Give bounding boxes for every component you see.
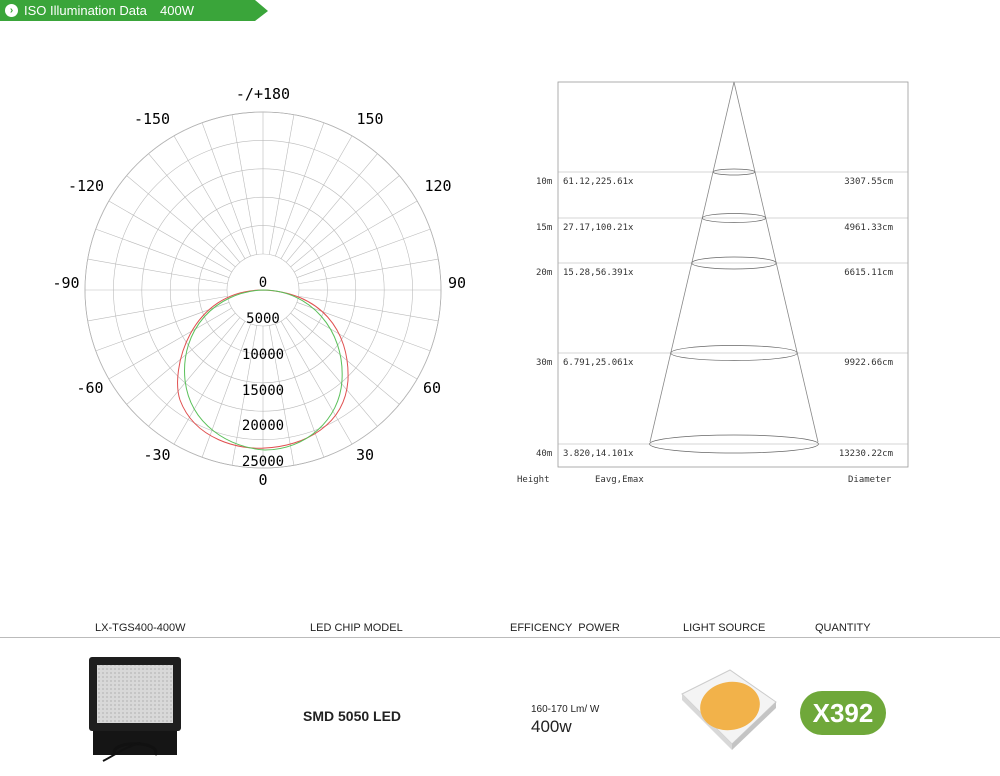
chip-model-value: SMD 5050 LED <box>303 708 402 724</box>
cone-eavg-label: 61.12,225.61x <box>563 177 634 187</box>
cone-eavg-label: 15.28,56.391x <box>563 268 634 278</box>
cone-height-label: 10m <box>536 177 552 187</box>
quantity-badge: X392 <box>800 691 886 735</box>
radial-label: 0 <box>259 275 267 291</box>
radial-label: 15000 <box>242 383 284 399</box>
cone-height-label: 15m <box>536 223 552 233</box>
spec-source-label: LIGHT SOURCE <box>683 622 766 634</box>
beam-cone-diagram: 10m 61.12,225.61x 3307.55cm 15m 27.17,100.21… <box>517 81 909 485</box>
cone-diameter-label: 4961.33cm <box>844 223 893 233</box>
efficiency-value: 160-170 Lm/ W <box>531 704 600 715</box>
label-n60: -60 <box>76 379 103 397</box>
spec-divider <box>0 637 1000 638</box>
polar-diagram: -/+180 150 -150 120 -120 90 -90 60 -60 3… <box>52 85 466 489</box>
label-90: 90 <box>448 274 466 292</box>
section-header: › ISO Illumination Data 400W <box>0 0 270 22</box>
cone-height-label: 20m <box>536 268 552 278</box>
label-180: -/+180 <box>236 85 290 103</box>
radial-label: 25000 <box>242 454 284 470</box>
led-chip-image <box>681 669 777 750</box>
col-diameter: Diameter <box>848 475 892 485</box>
radial-label: 20000 <box>242 418 284 434</box>
label-60: 60 <box>423 379 441 397</box>
cone-diameter-label: 13230.22cm <box>839 449 893 459</box>
cone-eavg-label: 6.791,25.061x <box>563 358 634 368</box>
power-value: 400w <box>531 717 572 736</box>
spec-efficiency-label: EFFICENCY POWER <box>510 622 620 634</box>
cone-diameter-label: 3307.55cm <box>844 177 893 187</box>
label-n90: -90 <box>52 274 79 292</box>
label-120: 120 <box>424 177 451 195</box>
cone-diameter-label: 9922.66cm <box>844 358 893 368</box>
cone-height-label: 30m <box>536 358 552 368</box>
col-height: Height <box>517 475 550 485</box>
label-n30: -30 <box>143 446 170 464</box>
cone-height-label: 40m <box>536 449 552 459</box>
label-bottom-0: 0 <box>258 471 267 489</box>
label-n120: -120 <box>68 177 104 195</box>
spec-chip-label: LED CHIP MODEL <box>310 622 403 634</box>
label-30: 30 <box>356 446 374 464</box>
header-power: 400W <box>160 3 194 18</box>
label-n150: -150 <box>134 110 170 128</box>
col-eavg: Eavg,Emax <box>595 475 644 485</box>
radial-label: 5000 <box>246 311 280 327</box>
radial-label: 10000 <box>242 347 284 363</box>
cone-eavg-label: 3.820,14.101x <box>563 449 634 459</box>
spec-model: LX-TGS400-400W <box>95 622 186 634</box>
cone-eavg-label: 27.17,100.21x <box>563 223 634 233</box>
spec-quantity-label: QUANTITY <box>815 622 871 634</box>
cone-diameter-label: 6615.11cm <box>844 268 893 278</box>
label-150: 150 <box>356 110 383 128</box>
header-title: ISO Illumination Data <box>24 3 147 18</box>
floodlight-image <box>89 657 181 762</box>
chevron-right-icon: › <box>5 4 18 17</box>
